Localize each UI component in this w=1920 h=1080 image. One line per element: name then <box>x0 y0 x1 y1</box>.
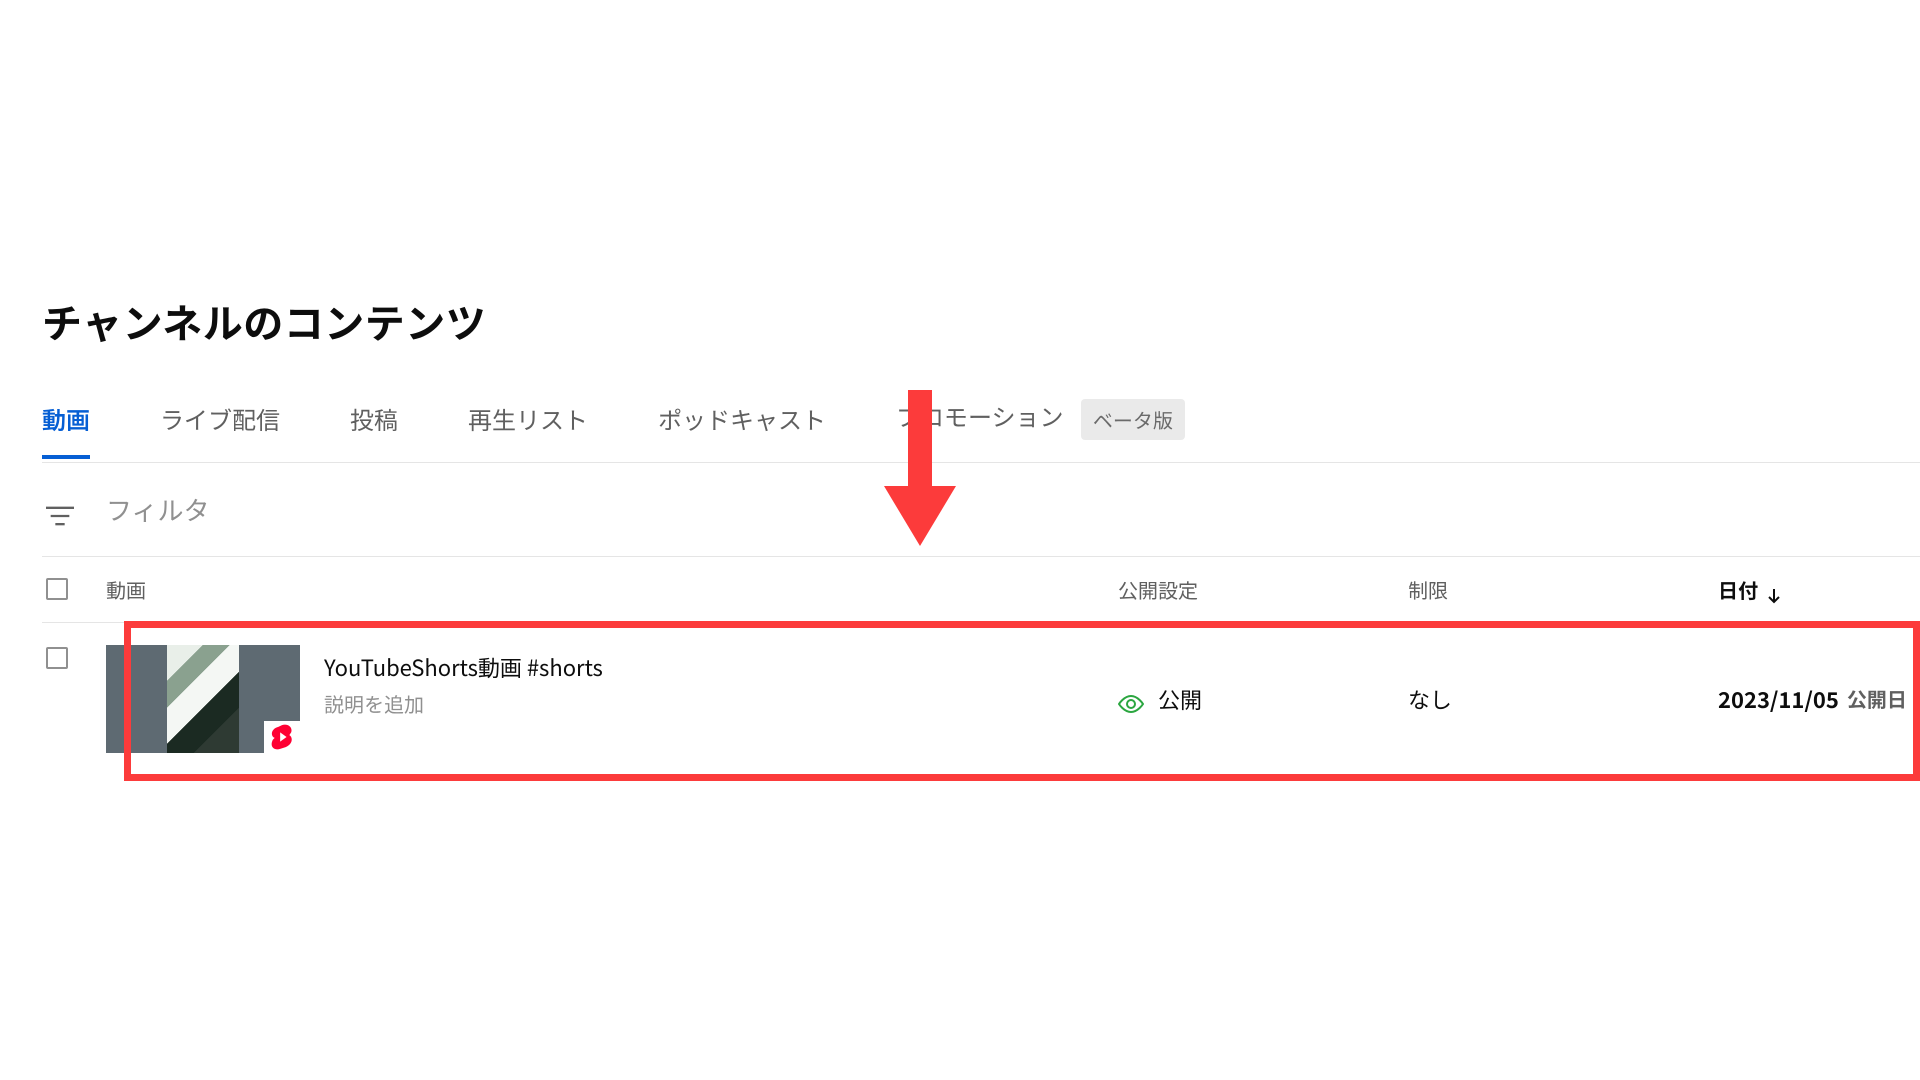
video-description-placeholder[interactable]: 説明を追加 <box>324 689 603 718</box>
tab-live[interactable]: ライブ配信 <box>160 401 280 458</box>
table-header: 動画 公開設定 制限 日付 <box>42 556 1920 623</box>
date-sublabel: 公開日 <box>1847 685 1907 713</box>
tab-podcasts[interactable]: ポッドキャスト <box>658 401 826 458</box>
column-header-video[interactable]: 動画 <box>98 575 1118 604</box>
thumbnail-image <box>167 645 239 753</box>
column-header-date[interactable]: 日付 <box>1718 575 1918 604</box>
visibility-public-icon <box>1118 689 1144 709</box>
filter-bar[interactable]: フィルタ <box>42 463 1920 556</box>
tab-label: 再生リスト <box>468 401 588 436</box>
row-checkbox[interactable] <box>46 647 68 669</box>
tab-label: 投稿 <box>350 401 398 436</box>
tab-promotions[interactable]: プロモーション ベータ版 <box>896 398 1185 462</box>
column-header-date-label: 日付 <box>1718 575 1758 604</box>
visibility-label: 公開 <box>1158 683 1202 715</box>
video-title[interactable]: YouTubeShorts動画 #shorts <box>324 651 603 683</box>
date-value: 2023/11/05 <box>1718 684 1839 715</box>
visibility-cell[interactable]: 公開 <box>1118 683 1408 715</box>
beta-badge: ベータ版 <box>1081 399 1185 440</box>
select-all-cell <box>46 578 98 600</box>
column-header-restriction[interactable]: 制限 <box>1408 575 1718 604</box>
column-header-visibility[interactable]: 公開設定 <box>1118 575 1408 604</box>
filter-icon <box>46 498 74 520</box>
tab-label: ポッドキャスト <box>658 401 826 436</box>
filter-placeholder: フィルタ <box>106 491 209 528</box>
restriction-cell: なし <box>1408 683 1718 715</box>
shorts-badge-icon <box>264 721 300 753</box>
content-tabs: 動画 ライブ配信 投稿 再生リスト ポッドキャスト プロモーション ベータ版 <box>42 398 1920 463</box>
tab-posts[interactable]: 投稿 <box>350 401 398 458</box>
sort-desc-icon <box>1766 581 1782 597</box>
tab-label: 動画 <box>42 401 90 436</box>
select-all-checkbox[interactable] <box>46 578 68 600</box>
table-row[interactable]: YouTubeShorts動画 #shorts 説明を追加 公開 なし 2023… <box>42 625 1920 773</box>
video-thumbnail[interactable] <box>106 645 300 753</box>
tab-label: プロモーション <box>896 398 1064 433</box>
video-cell: YouTubeShorts動画 #shorts 説明を追加 <box>98 645 1118 753</box>
page-title: チャンネルのコンテンツ <box>42 292 1920 350</box>
row-select-cell <box>46 645 98 669</box>
date-cell: 2023/11/05 公開日 <box>1718 684 1918 715</box>
tab-playlists[interactable]: 再生リスト <box>468 401 588 458</box>
tab-videos[interactable]: 動画 <box>42 401 90 458</box>
tab-label: ライブ配信 <box>160 401 280 436</box>
